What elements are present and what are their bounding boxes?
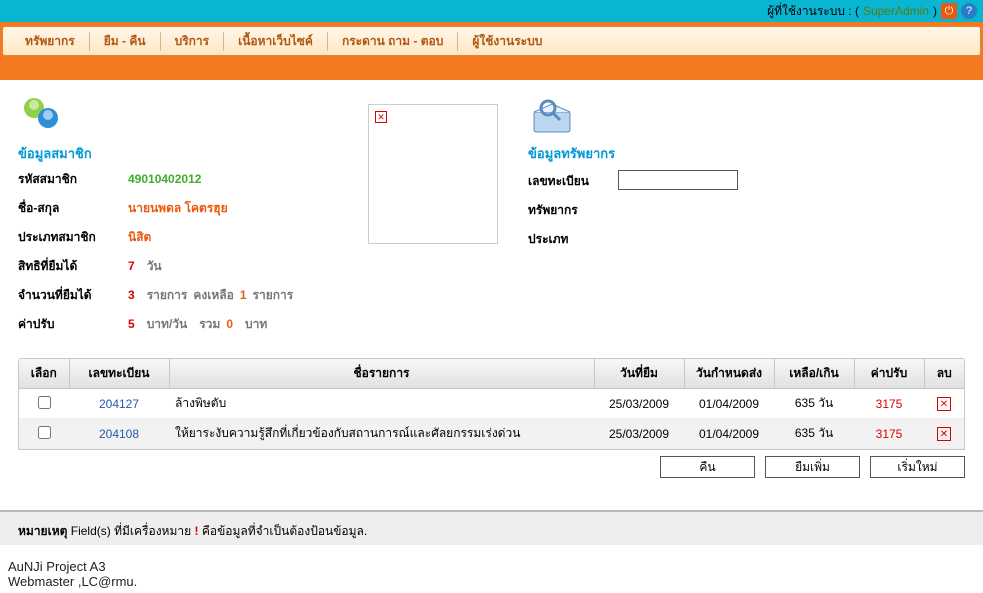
borrow-table: เลือก เลขทะเบียน ชื่อรายการ วันที่ยืม วั… (18, 358, 965, 450)
table-header-row: เลือก เลขทะเบียน ชื่อรายการ วันที่ยืม วั… (19, 359, 964, 389)
cell-fine: 3175 (854, 389, 924, 419)
th-reg: เลขทะเบียน (69, 359, 169, 389)
note-text1: Field(s) ที่มีเครื่องหมาย (71, 524, 191, 538)
cell-due: 01/04/2009 (684, 389, 774, 419)
member-name: นายนพดล โคตรฮุย (128, 199, 228, 218)
cell-reg[interactable]: 204127 (69, 389, 169, 419)
count-num: 3 (128, 288, 135, 302)
topbar-close-paren: ) (933, 4, 937, 18)
note-label: หมายเหตุ (18, 524, 67, 538)
rights-unit: วัน (147, 257, 162, 276)
table-row: 204127 ล้างพิษตับ 25/03/2009 01/04/2009 … (19, 389, 964, 419)
label-reg: เลขทะเบียน (528, 172, 618, 191)
delete-icon[interactable]: ✕ (937, 397, 951, 411)
cell-over: 635 วัน (774, 419, 854, 449)
fine-unit: บาท/วัน (147, 315, 188, 334)
orange-header: ทรัพยากร ยืม - คืน บริการ เนื้อหาเว็บไซค… (0, 22, 983, 80)
fine-total-unit: บาท (245, 315, 267, 334)
note-area: หมายเหตุ Field(s) ที่มีเครื่องหมาย ! คือ… (0, 510, 983, 545)
th-fine: ค่าปรับ (854, 359, 924, 389)
main-menu: ทรัพยากร ยืม - คืน บริการ เนื้อหาเว็บไซค… (2, 26, 981, 56)
fine-total-num: 0 (226, 317, 233, 331)
label-fine: ค่าปรับ (18, 315, 128, 334)
footer: AuNJi Project A3 Webmaster ,LC@rmu. (0, 545, 983, 593)
label-member-id: รหัสสมาชิก (18, 170, 128, 189)
cell-over: 635 วัน (774, 389, 854, 419)
th-title: ชื่อรายการ (169, 359, 594, 389)
th-due: วันกำหนดส่ง (684, 359, 774, 389)
note-text2: คือข้อมูลที่จำเป็นต้องป้อนข้อมูล. (202, 524, 367, 538)
restart-button[interactable]: เริ่มใหม่ (870, 456, 965, 478)
footer-line2: Webmaster ,LC@rmu. (8, 574, 975, 589)
button-row: คืน ยืมเพิ่ม เริ่มใหม่ (18, 456, 965, 478)
rights-num: 7 (128, 259, 135, 273)
menu-board[interactable]: กระดาน ถาม - ตอบ (328, 32, 458, 51)
power-icon[interactable]: ⏻ (941, 3, 957, 19)
member-id: 49010402012 (128, 172, 201, 186)
table-row: 204108 ให้ยาระงับความรู้สึกที่เกี่ยวข้อง… (19, 419, 964, 449)
member-type: นิสิต (128, 228, 151, 247)
label-type: ประเภท (528, 230, 618, 249)
reg-input[interactable] (618, 170, 738, 190)
resource-title: ข้อมูลทรัพยากร (528, 143, 965, 164)
fine-total-label: รวม (199, 315, 220, 334)
topbar-label: ผู้ที่ใช้งานระบบ : ( (767, 2, 859, 21)
cell-reg[interactable]: 204108 (69, 419, 169, 449)
member-title: ข้อมูลสมาชิก (18, 143, 350, 164)
th-borrow: วันที่ยืม (594, 359, 684, 389)
menu-website[interactable]: เนื้อหาเว็บไซค์ (224, 32, 328, 51)
cell-fine: 3175 (854, 419, 924, 449)
cell-title: ล้างพิษตับ (169, 389, 594, 419)
cell-title: ให้ยาระงับความรู้สึกที่เกี่ยวข้องกับสถาน… (169, 419, 594, 449)
cell-due: 01/04/2009 (684, 419, 774, 449)
label-member-type: ประเภทสมาชิก (18, 228, 128, 247)
count-remain-label: คงเหลือ (193, 286, 233, 305)
delete-icon[interactable]: ✕ (937, 427, 951, 441)
label-member-name: ชื่อ-สกุล (18, 199, 128, 218)
users-icon (18, 92, 66, 140)
fine-num: 5 (128, 317, 135, 331)
menu-resources[interactable]: ทรัพยากร (11, 32, 90, 51)
row-checkbox[interactable] (38, 426, 51, 439)
menu-services[interactable]: บริการ (161, 32, 225, 51)
help-icon[interactable]: ? (961, 3, 977, 19)
cell-borrow: 25/03/2009 (594, 389, 684, 419)
borrow-more-button[interactable]: ยืมเพิ่ม (765, 456, 860, 478)
th-over: เหลือ/เกิน (774, 359, 854, 389)
label-rights: สิทธิที่ยืมได้ (18, 257, 128, 276)
cell-borrow: 25/03/2009 (594, 419, 684, 449)
return-button[interactable]: คืน (660, 456, 755, 478)
photo-placeholder: ✕ (368, 104, 498, 244)
count-unit1: รายการ (147, 286, 188, 305)
count-unit2: รายการ (253, 286, 294, 305)
th-select: เลือก (19, 359, 69, 389)
label-count: จำนวนที่ยืมได้ (18, 286, 128, 305)
count-remain-num: 1 (240, 288, 247, 302)
note-mark: ! (194, 524, 198, 538)
content-area: ข้อมูลสมาชิก รหัสสมาชิก49010402012 ชื่อ-… (0, 80, 983, 482)
th-delete: ลบ (924, 359, 964, 389)
menu-borrow-return[interactable]: ยืม - คืน (90, 32, 161, 51)
book-search-icon (528, 92, 576, 140)
menu-users[interactable]: ผู้ใช้งานระบบ (458, 32, 556, 51)
top-bar: ผู้ที่ใช้งานระบบ : ( SuperAdmin ) ⏻ ? (0, 0, 983, 22)
label-res: ทรัพยากร (528, 201, 618, 220)
row-checkbox[interactable] (38, 396, 51, 409)
topbar-user: SuperAdmin (863, 4, 929, 18)
broken-image-icon: ✕ (375, 111, 387, 123)
footer-line1: AuNJi Project A3 (8, 559, 975, 574)
